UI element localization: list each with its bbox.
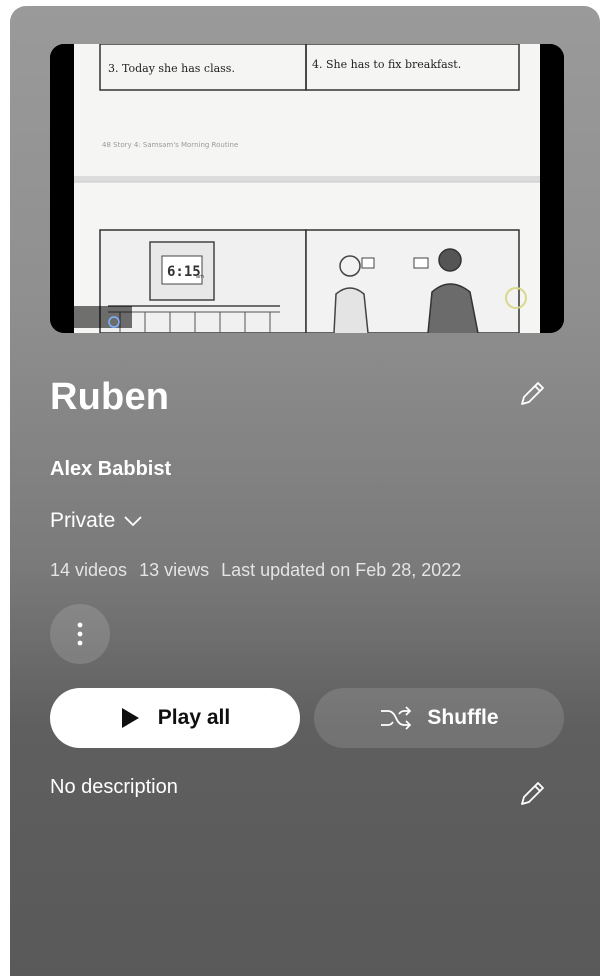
play-icon (121, 708, 139, 728)
edit-description-button[interactable] (512, 774, 552, 814)
chevron-down-icon (124, 516, 142, 527)
thumbnail-page-caption: 48 Story 4: Samsam's Morning Routine (102, 141, 238, 149)
play-all-button[interactable]: Play all (50, 688, 300, 748)
thumbnail-clock-suffix: am (196, 274, 204, 280)
playlist-stats: 14 videos 13 views Last updated on Feb 2… (50, 560, 461, 581)
playlist-title: Ruben (50, 376, 170, 418)
thumbnail-image: 3. Today she has class. 4. She has to fi… (50, 44, 564, 333)
play-all-label: Play all (157, 706, 231, 729)
shuffle-label: Shuffle (427, 706, 499, 729)
shuffle-button[interactable]: Shuffle (314, 688, 564, 748)
more-actions-button[interactable] (50, 604, 110, 664)
view-count: 13 views (139, 560, 210, 580)
shuffle-icon (381, 706, 412, 730)
pencil-icon (521, 782, 544, 805)
thumbnail-cell-left: 3. Today she has class. (108, 62, 235, 75)
last-updated: Last updated on Feb 28, 2022 (221, 560, 462, 580)
privacy-dropdown[interactable]: Private (50, 509, 143, 533)
playlist-header-panel: 3. Today she has class. 4. She has to fi… (10, 6, 600, 976)
playlist-description: No description (50, 776, 178, 798)
playlist-owner[interactable]: Alex Babbist (50, 458, 171, 481)
privacy-label: Private (50, 509, 116, 532)
vertical-dots-icon (77, 622, 83, 646)
pencil-icon (521, 382, 544, 405)
video-count: 14 videos (50, 560, 128, 580)
thumbnail-cell-right: 4. She has to fix breakfast. (312, 58, 461, 71)
edit-title-button[interactable] (512, 374, 552, 414)
playlist-thumbnail[interactable]: 3. Today she has class. 4. She has to fi… (50, 44, 564, 333)
